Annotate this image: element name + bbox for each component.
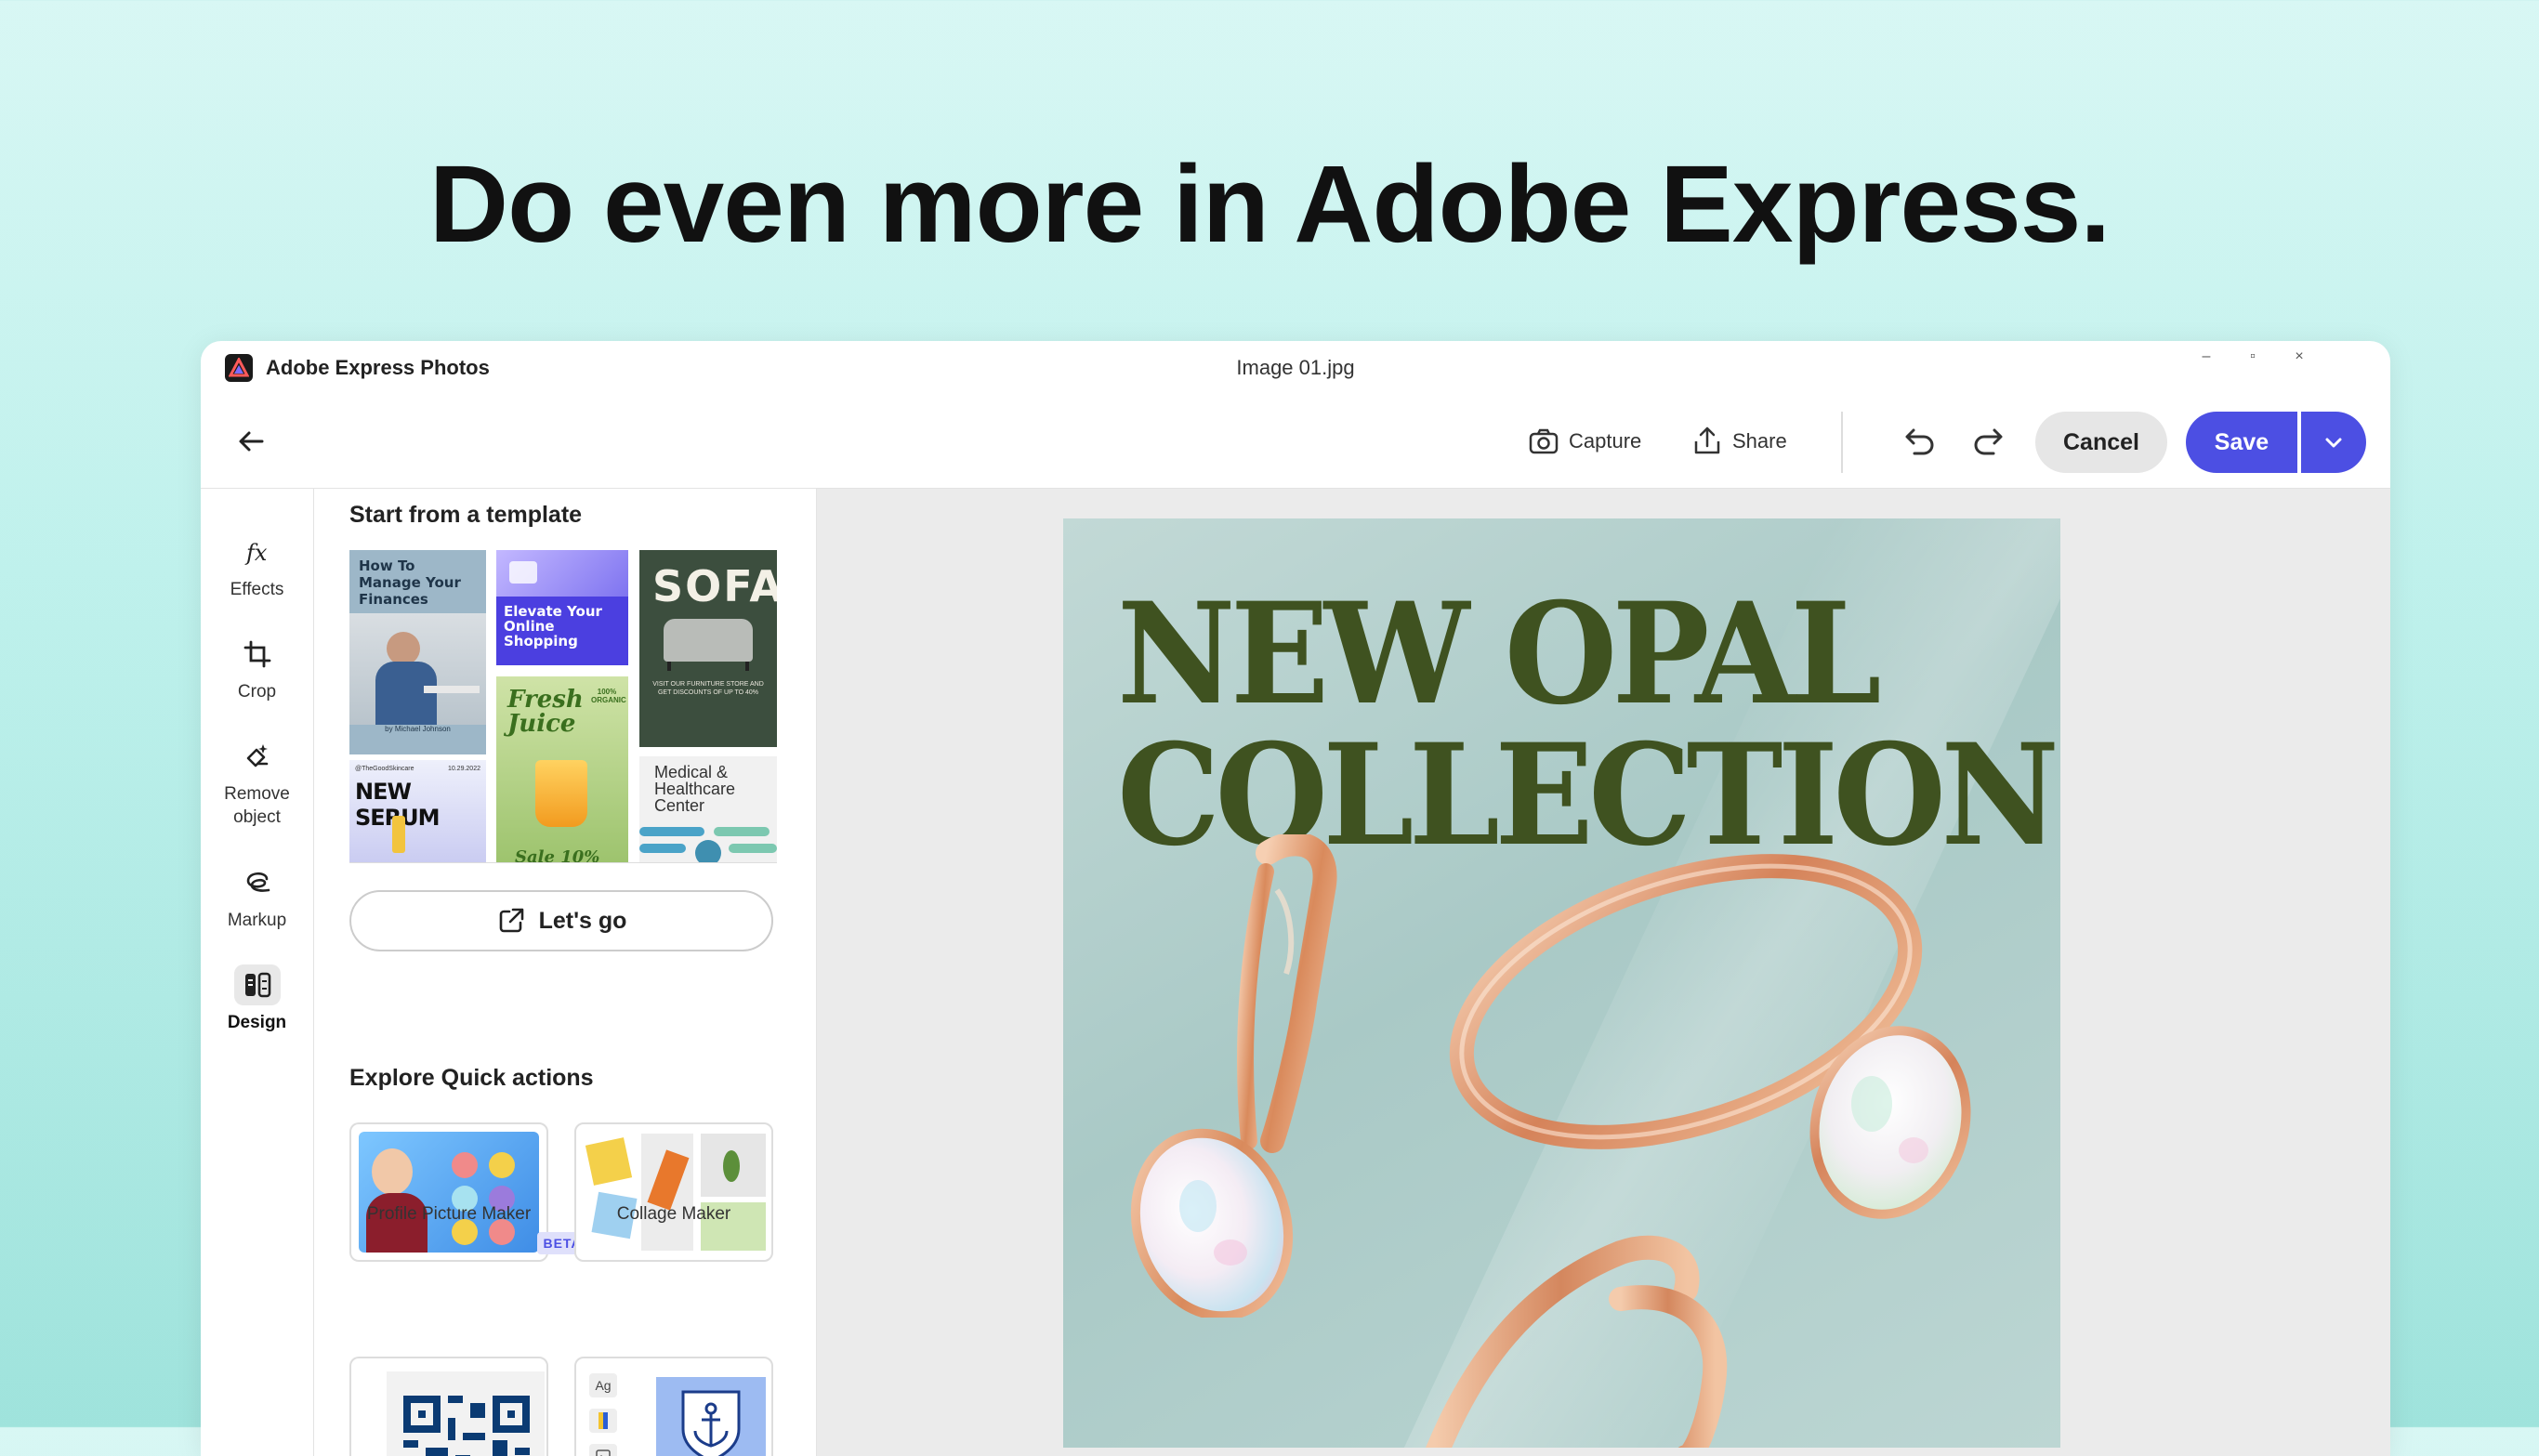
app-window: Adobe Express Photos Image 01.jpg – ▫ × … (201, 341, 2390, 1456)
rail-item-design[interactable]: Design (201, 964, 313, 1034)
fx-icon: fx (234, 531, 281, 572)
rail-label: Remove object (224, 784, 290, 827)
template-title: SOFA (652, 561, 777, 611)
rail-item-remove-object[interactable]: Remove object (201, 736, 313, 829)
artboard[interactable]: NEW OPAL COLLECTION (1063, 518, 2060, 1448)
lets-go-label: Let's go (538, 907, 627, 934)
template-sale: Sale 10% (515, 847, 600, 863)
template-grid: How To Manage Your Finances by Michael J… (349, 550, 777, 863)
close-window-button[interactable]: × (2285, 348, 2313, 365)
tool-rail: fx Effects Crop Remove object Markup Des… (201, 489, 314, 1456)
rail-label: Design (227, 1013, 287, 1032)
back-button[interactable] (232, 423, 270, 460)
rail-label: Markup (227, 911, 287, 930)
share-button[interactable]: Share (1691, 423, 1787, 460)
collection-title[interactable]: NEW OPAL COLLECTION (1117, 572, 2059, 866)
template-card-finances[interactable]: How To Manage Your Finances by Michael J… (349, 550, 486, 754)
quick-action-label: Collage Maker (616, 1204, 731, 1224)
template-card-sofa[interactable]: SOFA VISIT OUR FURNITURE STORE AND GET D… (639, 550, 777, 747)
template-title: How To Manage Your Finances (359, 557, 461, 608)
second-earring-image (1426, 1235, 1728, 1448)
minimize-button[interactable]: – (2192, 348, 2220, 365)
quick-action-profile-picture-maker[interactable] (349, 1122, 548, 1262)
template-title: NEW SERUM (355, 779, 441, 831)
arrow-left-icon (239, 431, 264, 452)
profile-preview (359, 1132, 539, 1253)
template-card-shopping[interactable]: Elevate Your Online Shopping (496, 550, 628, 665)
save-button[interactable]: Save (2186, 412, 2297, 473)
design-icon (233, 964, 281, 1005)
quick-action-collage-maker[interactable] (574, 1122, 773, 1262)
rail-label: Effects (230, 580, 284, 599)
templates-heading: Start from a template (349, 502, 583, 528)
lets-go-button[interactable]: Let's go (349, 890, 773, 951)
share-icon (1694, 426, 1720, 454)
editor-canvas[interactable]: NEW OPAL COLLECTION (817, 489, 2390, 1456)
quick-action-logo-maker[interactable]: Ag (574, 1357, 773, 1456)
rail-item-crop[interactable]: Crop (201, 634, 313, 703)
open-external-icon (499, 908, 523, 933)
template-photo (349, 613, 486, 725)
template-badge: 100% ORGANIC (591, 688, 626, 704)
template-date: 10.29.2022 (447, 766, 480, 772)
template-title: Fresh Juice (507, 686, 584, 738)
capture-button[interactable]: Capture (1528, 423, 1641, 460)
template-card-juice[interactable]: Fresh Juice 100% ORGANIC Sale 10% (496, 676, 628, 863)
image-icon (589, 1444, 617, 1456)
logo-preview (656, 1377, 766, 1456)
toolbar-divider (1841, 412, 1843, 473)
template-byline: by Michael Johnson (385, 725, 451, 733)
template-card-medical[interactable]: Medical & Healthcare Center (639, 756, 777, 862)
share-label: Share (1732, 429, 1787, 453)
capture-label: Capture (1569, 429, 1642, 453)
camera-icon (1529, 428, 1559, 454)
quick-action-label: Profile Picture Maker (366, 1204, 532, 1224)
rail-item-markup[interactable]: Markup (201, 862, 313, 932)
opal-earring-image (1130, 834, 1337, 1318)
title-bar: Adobe Express Photos Image 01.jpg – ▫ × (201, 341, 2390, 395)
save-options-button[interactable] (2301, 412, 2366, 473)
qr-code-icon (403, 1396, 530, 1456)
quick-action-qr-code[interactable] (349, 1357, 548, 1456)
template-handle: @TheGoodSkincare (355, 766, 414, 772)
markup-icon (234, 862, 281, 903)
svg-text:fx: fx (244, 540, 268, 566)
design-panel: Start from a template How To Manage Your… (314, 489, 817, 1456)
undo-button[interactable] (1901, 423, 1939, 460)
rail-item-effects[interactable]: fx Effects (201, 531, 313, 601)
cancel-button[interactable]: Cancel (2035, 412, 2167, 473)
crop-icon (234, 634, 281, 675)
quick-actions-heading: Explore Quick actions (349, 1065, 594, 1091)
template-title: Medical & Healthcare Center (654, 763, 736, 815)
template-title: Elevate Your Online Shopping (504, 603, 602, 649)
chevron-down-icon (2325, 438, 2342, 448)
anchor-icon (681, 1390, 741, 1456)
top-toolbar: Capture Share Cancel Save (201, 395, 2390, 489)
text-style-icon: Ag (589, 1373, 617, 1397)
color-swatch-icon (589, 1409, 617, 1433)
redo-button[interactable] (1969, 423, 2006, 460)
maximize-button[interactable]: ▫ (2239, 348, 2267, 365)
document-title: Image 01.jpg (1236, 356, 1355, 379)
undo-icon (1905, 428, 1934, 455)
rail-label: Crop (237, 682, 277, 702)
template-card-serum[interactable]: @TheGoodSkincare 10.29.2022 NEW SERUM (349, 760, 486, 862)
redo-icon (1974, 428, 2003, 455)
eraser-icon (234, 736, 281, 777)
title-line-1: NEW OPAL (1117, 572, 1882, 736)
template-fine-print: VISIT OUR FURNITURE STORE AND GET DISCOU… (652, 681, 764, 696)
page-headline: Do even more in Adobe Express. (428, 143, 2111, 266)
